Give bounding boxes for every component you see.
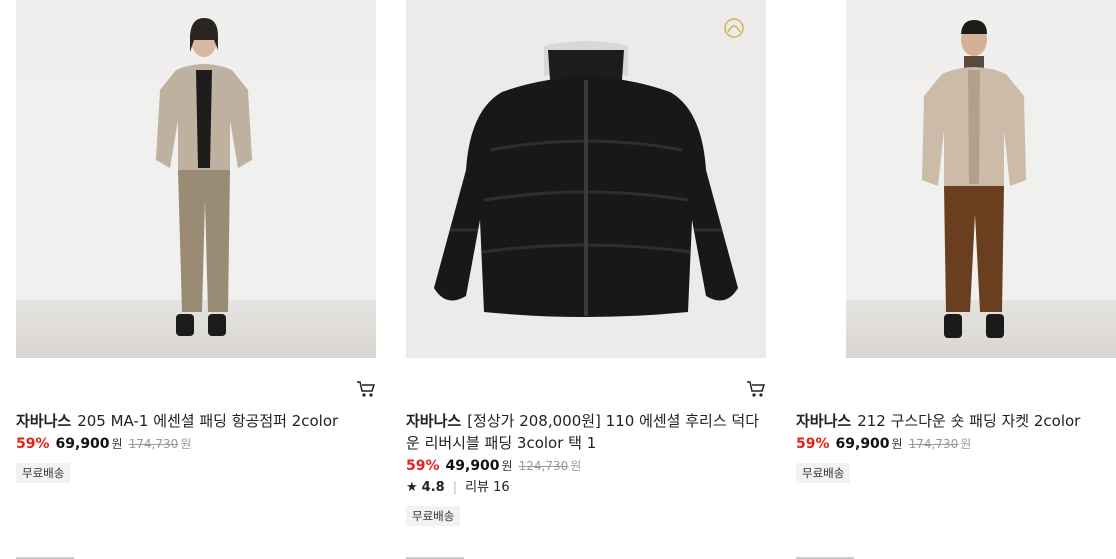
original-currency-label: 원 — [960, 437, 972, 451]
original-price: 124,730 — [518, 459, 569, 473]
product-image[interactable] — [16, 0, 376, 358]
discount-rate: 59% — [406, 458, 440, 474]
free-shipping-badge: 무료배송 — [16, 463, 71, 483]
product-card[interactable]: 자바나스 [정상가 208,000원] 110 에센셜 후리스 덕다운 리버시블 … — [406, 0, 766, 526]
product-photo-model-short-puffer — [922, 20, 1026, 338]
review-count[interactable]: 리뷰 16 — [465, 480, 510, 495]
sale-price: 69,900 — [55, 436, 110, 452]
product-image[interactable] — [406, 0, 766, 358]
currency-label: 원 — [111, 437, 123, 451]
rating-line: ★ 4.8 | 리뷰 16 — [406, 478, 766, 498]
original-price: 174,730 — [908, 437, 959, 451]
product-photo-model-bomber — [156, 18, 252, 336]
cart-icon[interactable] — [746, 380, 766, 398]
brand-logo-icon — [724, 18, 744, 38]
divider: | — [452, 480, 458, 495]
price-line: 59% 69,900 원 174,730 원 — [796, 433, 1116, 455]
product-title[interactable]: 자바나스 212 구스다운 숏 패딩 자켓 2color — [796, 410, 1116, 432]
product-image[interactable] — [846, 0, 1116, 358]
sale-price: 49,900 — [445, 458, 500, 474]
product-card[interactable]: 자바나스 212 구스다운 숏 패딩 자켓 2color 59% 69,900 원 17… — [796, 0, 1116, 483]
rating-score: 4.8 — [421, 480, 445, 495]
product-name: 205 MA-1 에센셜 패딩 항공점퍼 2color — [77, 412, 339, 430]
product-brand: 자바나스 — [16, 412, 72, 430]
product-brand: 자바나스 — [796, 412, 852, 430]
currency-label: 원 — [891, 437, 903, 451]
sale-price: 69,900 — [835, 436, 890, 452]
product-photo-black-puffer — [434, 18, 744, 317]
price-line: 59% 69,900 원 174,730 원 — [16, 433, 376, 455]
original-currency-label: 원 — [180, 437, 192, 451]
product-name: 212 구스다운 숏 패딩 자켓 2color — [857, 412, 1081, 430]
discount-rate: 59% — [16, 436, 50, 452]
original-price: 174,730 — [128, 437, 179, 451]
currency-label: 원 — [501, 459, 513, 473]
original-currency-label: 원 — [570, 459, 582, 473]
price-line: 59% 49,900 원 124,730 원 — [406, 455, 766, 477]
discount-rate: 59% — [796, 436, 830, 452]
product-card[interactable]: 자바나스 205 MA-1 에센셜 패딩 항공점퍼 2color 59% 69,90… — [16, 0, 376, 483]
star-icon: ★ — [406, 480, 418, 495]
free-shipping-badge: 무료배송 — [406, 506, 461, 526]
free-shipping-badge: 무료배송 — [796, 463, 851, 483]
product-title[interactable]: 자바나스 [정상가 208,000원] 110 에센셜 후리스 덕다운 리버시블 … — [406, 410, 766, 454]
cart-icon[interactable] — [356, 380, 376, 398]
product-brand: 자바나스 — [406, 412, 462, 430]
product-title[interactable]: 자바나스 205 MA-1 에센셜 패딩 항공점퍼 2color — [16, 410, 376, 432]
